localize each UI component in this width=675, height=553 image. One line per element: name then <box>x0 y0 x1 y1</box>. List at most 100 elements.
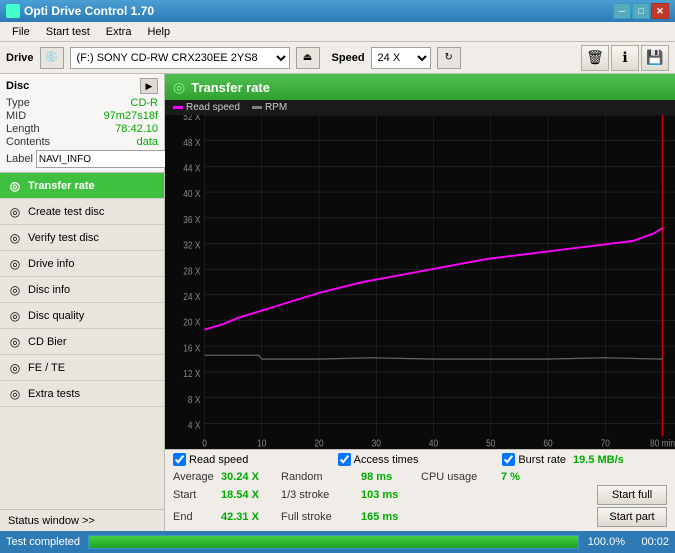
svg-text:52 X: 52 X <box>183 115 201 122</box>
check-access-times: Access times <box>338 453 503 466</box>
refresh-button[interactable]: ↻ <box>437 47 461 69</box>
legend-read-speed: Read speed <box>173 102 240 113</box>
fe-te-icon: ◎ <box>8 361 22 375</box>
drive-icon-btn[interactable]: 💿 <box>40 47 64 69</box>
start-val: 18.54 X <box>221 489 281 501</box>
stats-row-1: Average 30.24 X Random 98 ms CPU usage 7… <box>173 471 667 483</box>
access-times-checkbox[interactable] <box>338 453 351 466</box>
svg-text:0: 0 <box>202 438 207 449</box>
nav-item-verify-test-disc[interactable]: ◎ Verify test disc <box>0 225 164 251</box>
end-label: End <box>173 511 221 523</box>
menu-file[interactable]: File <box>4 24 38 40</box>
disc-label-row: Label ⚙ <box>6 150 158 168</box>
average-label: Average <box>173 471 221 483</box>
legend-rpm-label: RPM <box>265 102 287 113</box>
checks-row: Read speed Access times Burst rate 19.5 … <box>165 449 675 469</box>
main-content: Disc ▶ Type CD-R MID 97m27s18f Length 78… <box>0 74 675 531</box>
burst-rate-checkbox[interactable] <box>502 453 515 466</box>
disc-quality-icon: ◎ <box>8 309 22 323</box>
svg-text:8 X: 8 X <box>188 394 201 405</box>
random-label: Random <box>281 471 361 483</box>
nav-item-drive-info[interactable]: ◎ Drive info <box>0 251 164 277</box>
menu-extra[interactable]: Extra <box>98 24 140 40</box>
random-val: 98 ms <box>361 471 421 483</box>
create-test-disc-icon: ◎ <box>8 205 22 219</box>
nav-item-create-test-disc[interactable]: ◎ Create test disc <box>0 199 164 225</box>
start-label: Start <box>173 489 221 501</box>
disc-contents-label: Contents <box>6 136 50 148</box>
eject-button[interactable]: ⏏ <box>296 47 320 69</box>
svg-text:36 X: 36 X <box>183 214 201 225</box>
nav-item-disc-info-label: Disc info <box>28 284 70 296</box>
info-button[interactable]: ℹ <box>611 45 639 71</box>
chart-svg: 52 X 48 X 44 X 40 X 36 X 32 X 28 X 24 X … <box>165 115 675 449</box>
nav-item-transfer-rate[interactable]: ◎ Transfer rate <box>0 173 164 199</box>
menu-start-test[interactable]: Start test <box>38 24 98 40</box>
menu-help[interactable]: Help <box>139 24 178 40</box>
chart-header-icon: ◎ <box>173 79 185 96</box>
disc-type-row: Type CD-R <box>6 97 158 109</box>
disc-length-val: 78:42.10 <box>115 123 158 135</box>
svg-text:80 min: 80 min <box>650 438 675 449</box>
nav-item-verify-test-disc-label: Verify test disc <box>28 232 99 244</box>
extra-tests-icon: ◎ <box>8 387 22 401</box>
stats-rows: Average 30.24 X Random 98 ms CPU usage 7… <box>165 469 675 531</box>
disc-label-input[interactable] <box>36 150 174 168</box>
save-button[interactable]: 💾 <box>641 45 669 71</box>
disc-arrow-button[interactable]: ▶ <box>140 78 158 94</box>
start-part-button[interactable]: Start part <box>597 507 667 527</box>
maximize-button[interactable]: □ <box>632 3 650 19</box>
nav-item-extra-tests[interactable]: ◎ Extra tests <box>0 381 164 407</box>
progress-label: Test completed <box>6 536 80 548</box>
read-speed-checkbox[interactable] <box>173 453 186 466</box>
progress-time: 00:02 <box>633 536 669 548</box>
disc-header: Disc ▶ <box>6 78 158 94</box>
chart-bottom: Read speed Access times Burst rate 19.5 … <box>165 449 675 531</box>
read-speed-check-label: Read speed <box>189 454 248 466</box>
nav-item-fe-te-label: FE / TE <box>28 362 65 374</box>
stroke13-val: 103 ms <box>361 489 421 501</box>
disc-mid-val: 97m27s18f <box>104 110 158 122</box>
cpu-label: CPU usage <box>421 471 501 483</box>
drive-select[interactable]: (F:) SONY CD-RW CRX230EE 2YS8 <box>70 47 290 69</box>
titlebar-title: Opti Drive Control 1.70 <box>24 4 154 18</box>
start-full-button[interactable]: Start full <box>597 485 667 505</box>
nav-item-transfer-rate-label: Transfer rate <box>28 180 95 192</box>
svg-text:50: 50 <box>486 438 495 449</box>
svg-text:16 X: 16 X <box>183 343 201 354</box>
svg-text:40 X: 40 X <box>183 188 201 199</box>
svg-text:4 X: 4 X <box>188 420 201 431</box>
disc-info-icon: ◎ <box>8 283 22 297</box>
nav-item-disc-info[interactable]: ◎ Disc info <box>0 277 164 303</box>
window-controls: ─ □ ✕ <box>613 3 669 19</box>
status-window-button[interactable]: Status window >> <box>0 509 164 531</box>
disc-type-val: CD-R <box>131 97 159 109</box>
progress-fill <box>89 536 578 548</box>
toolbar-icons: 🗑 ℹ 💾 <box>581 45 669 71</box>
cpu-val: 7 % <box>501 471 541 483</box>
disc-contents-val: data <box>137 136 158 148</box>
nav-item-cd-bier[interactable]: ◎ CD Bier <box>0 329 164 355</box>
cd-bier-icon: ◎ <box>8 335 22 349</box>
check-burst-rate: Burst rate 19.5 MB/s <box>502 453 667 466</box>
verify-test-disc-icon: ◎ <box>8 231 22 245</box>
minimize-button[interactable]: ─ <box>613 3 631 19</box>
transfer-rate-icon: ◎ <box>8 179 22 193</box>
svg-text:44 X: 44 X <box>183 163 201 174</box>
legend-rpm-dot <box>252 106 262 109</box>
svg-text:20 X: 20 X <box>183 317 201 328</box>
speed-select[interactable]: 24 X <box>371 47 431 69</box>
speed-label: Speed <box>332 52 365 64</box>
eraser-button[interactable]: 🗑 <box>581 45 609 71</box>
check-read-speed: Read speed <box>173 453 338 466</box>
chart-title: Transfer rate <box>191 80 270 95</box>
nav-item-fe-te[interactable]: ◎ FE / TE <box>0 355 164 381</box>
close-button[interactable]: ✕ <box>651 3 669 19</box>
disc-label-label: Label <box>6 153 33 165</box>
progress-track <box>88 535 579 549</box>
legend-rpm: RPM <box>252 102 287 113</box>
nav-item-drive-info-label: Drive info <box>28 258 74 270</box>
titlebar: Opti Drive Control 1.70 ─ □ ✕ <box>0 0 675 22</box>
disc-length-row: Length 78:42.10 <box>6 123 158 135</box>
nav-item-disc-quality[interactable]: ◎ Disc quality <box>0 303 164 329</box>
